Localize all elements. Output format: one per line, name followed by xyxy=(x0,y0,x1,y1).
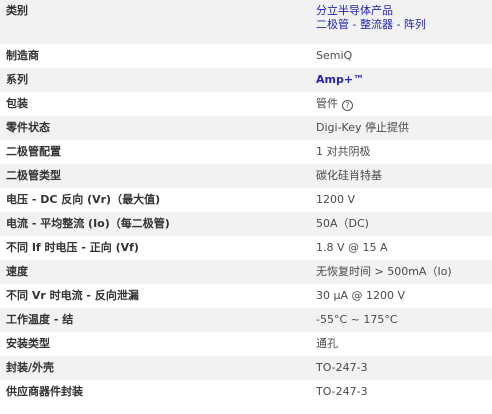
table-row-forward-voltage: 不同 If 时电压 - 正向 (Vf) 1.8 V @ 15 A xyxy=(0,236,492,260)
table-row-operating-temperature: 工作温度 - 结 -55°C ~ 175°C xyxy=(0,308,492,332)
table-row-packaging: 包装 管件? xyxy=(0,92,492,116)
attribute-label: 不同 Vr 时电流 - 反向泄漏 xyxy=(0,284,310,308)
table-row-category: 类别 分立半导体产品 二极管 - 整流器 - 阵列 xyxy=(0,0,492,44)
packaging-value: 管件? xyxy=(310,92,492,116)
package-case-value: TO-247-3 xyxy=(310,356,492,380)
category-link-discrete[interactable]: 分立半导体产品 xyxy=(316,4,486,18)
mounting-type-value: 通孔 xyxy=(310,332,492,356)
attribute-label: 零件状态 xyxy=(0,116,310,140)
attribute-label: 电压 - DC 反向 (Vr)（最大值) xyxy=(0,188,310,212)
manufacturer-value: SemiQ xyxy=(310,44,492,68)
operating-temperature-value: -55°C ~ 175°C xyxy=(310,308,492,332)
attribute-label: 供应商器件封装 xyxy=(0,380,310,404)
attribute-label: 系列 xyxy=(0,68,310,92)
help-circle-icon[interactable]: ? xyxy=(342,100,353,111)
attribute-label: 电流 - 平均整流 (Io)（每二极管) xyxy=(0,212,310,236)
table-row-voltage-dc-reverse: 电压 - DC 反向 (Vr)（最大值) 1200 V xyxy=(0,188,492,212)
attribute-label: 工作温度 - 结 xyxy=(0,308,310,332)
category-link-diodes-rectifiers-arrays[interactable]: 二极管 - 整流器 - 阵列 xyxy=(316,18,486,32)
series-value: Amp+™ xyxy=(310,68,492,92)
table-row-diode-type: 二极管类型 碳化硅肖特基 xyxy=(0,164,492,188)
table-row-mounting-type: 安装类型 通孔 xyxy=(0,332,492,356)
part-status-value: Digi-Key 停止提供 xyxy=(310,116,492,140)
table-row-manufacturer: 制造商 SemiQ xyxy=(0,44,492,68)
category-value: 分立半导体产品 二极管 - 整流器 - 阵列 xyxy=(310,0,492,44)
packaging-text: 管件 xyxy=(316,97,338,110)
table-row-diode-configuration: 二极管配置 1 对共阴极 xyxy=(0,140,492,164)
table-row-current-avg-rectified: 电流 - 平均整流 (Io)（每二极管) 50A（DC) xyxy=(0,212,492,236)
diode-type-value: 碳化硅肖特基 xyxy=(310,164,492,188)
product-attributes-table: 类别 分立半导体产品 二极管 - 整流器 - 阵列 制造商 SemiQ 系列 A… xyxy=(0,0,492,404)
attribute-label: 制造商 xyxy=(0,44,310,68)
attribute-label: 不同 If 时电压 - 正向 (Vf) xyxy=(0,236,310,260)
table-row-supplier-device-package: 供应商器件封装 TO-247-3 xyxy=(0,380,492,404)
attribute-label: 安装类型 xyxy=(0,332,310,356)
table-row-speed: 速度 无恢复时间 > 500mA（Io) xyxy=(0,260,492,284)
series-link[interactable]: Amp+™ xyxy=(316,73,364,86)
supplier-device-package-value: TO-247-3 xyxy=(310,380,492,404)
forward-voltage-value: 1.8 V @ 15 A xyxy=(310,236,492,260)
table-row-reverse-leakage: 不同 Vr 时电流 - 反向泄漏 30 µA @ 1200 V xyxy=(0,284,492,308)
attribute-label: 封装/外壳 xyxy=(0,356,310,380)
voltage-dc-reverse-value: 1200 V xyxy=(310,188,492,212)
table-row-part-status: 零件状态 Digi-Key 停止提供 xyxy=(0,116,492,140)
category-label: 类别 xyxy=(0,0,310,44)
current-avg-rectified-value: 50A（DC) xyxy=(310,212,492,236)
attribute-label: 速度 xyxy=(0,260,310,284)
attribute-label: 二极管配置 xyxy=(0,140,310,164)
reverse-leakage-value: 30 µA @ 1200 V xyxy=(310,284,492,308)
table-row-series: 系列 Amp+™ xyxy=(0,68,492,92)
speed-value: 无恢复时间 > 500mA（Io) xyxy=(310,260,492,284)
diode-configuration-value: 1 对共阴极 xyxy=(310,140,492,164)
attribute-label: 二极管类型 xyxy=(0,164,310,188)
table-row-package-case: 封装/外壳 TO-247-3 xyxy=(0,356,492,380)
attribute-label: 包装 xyxy=(0,92,310,116)
